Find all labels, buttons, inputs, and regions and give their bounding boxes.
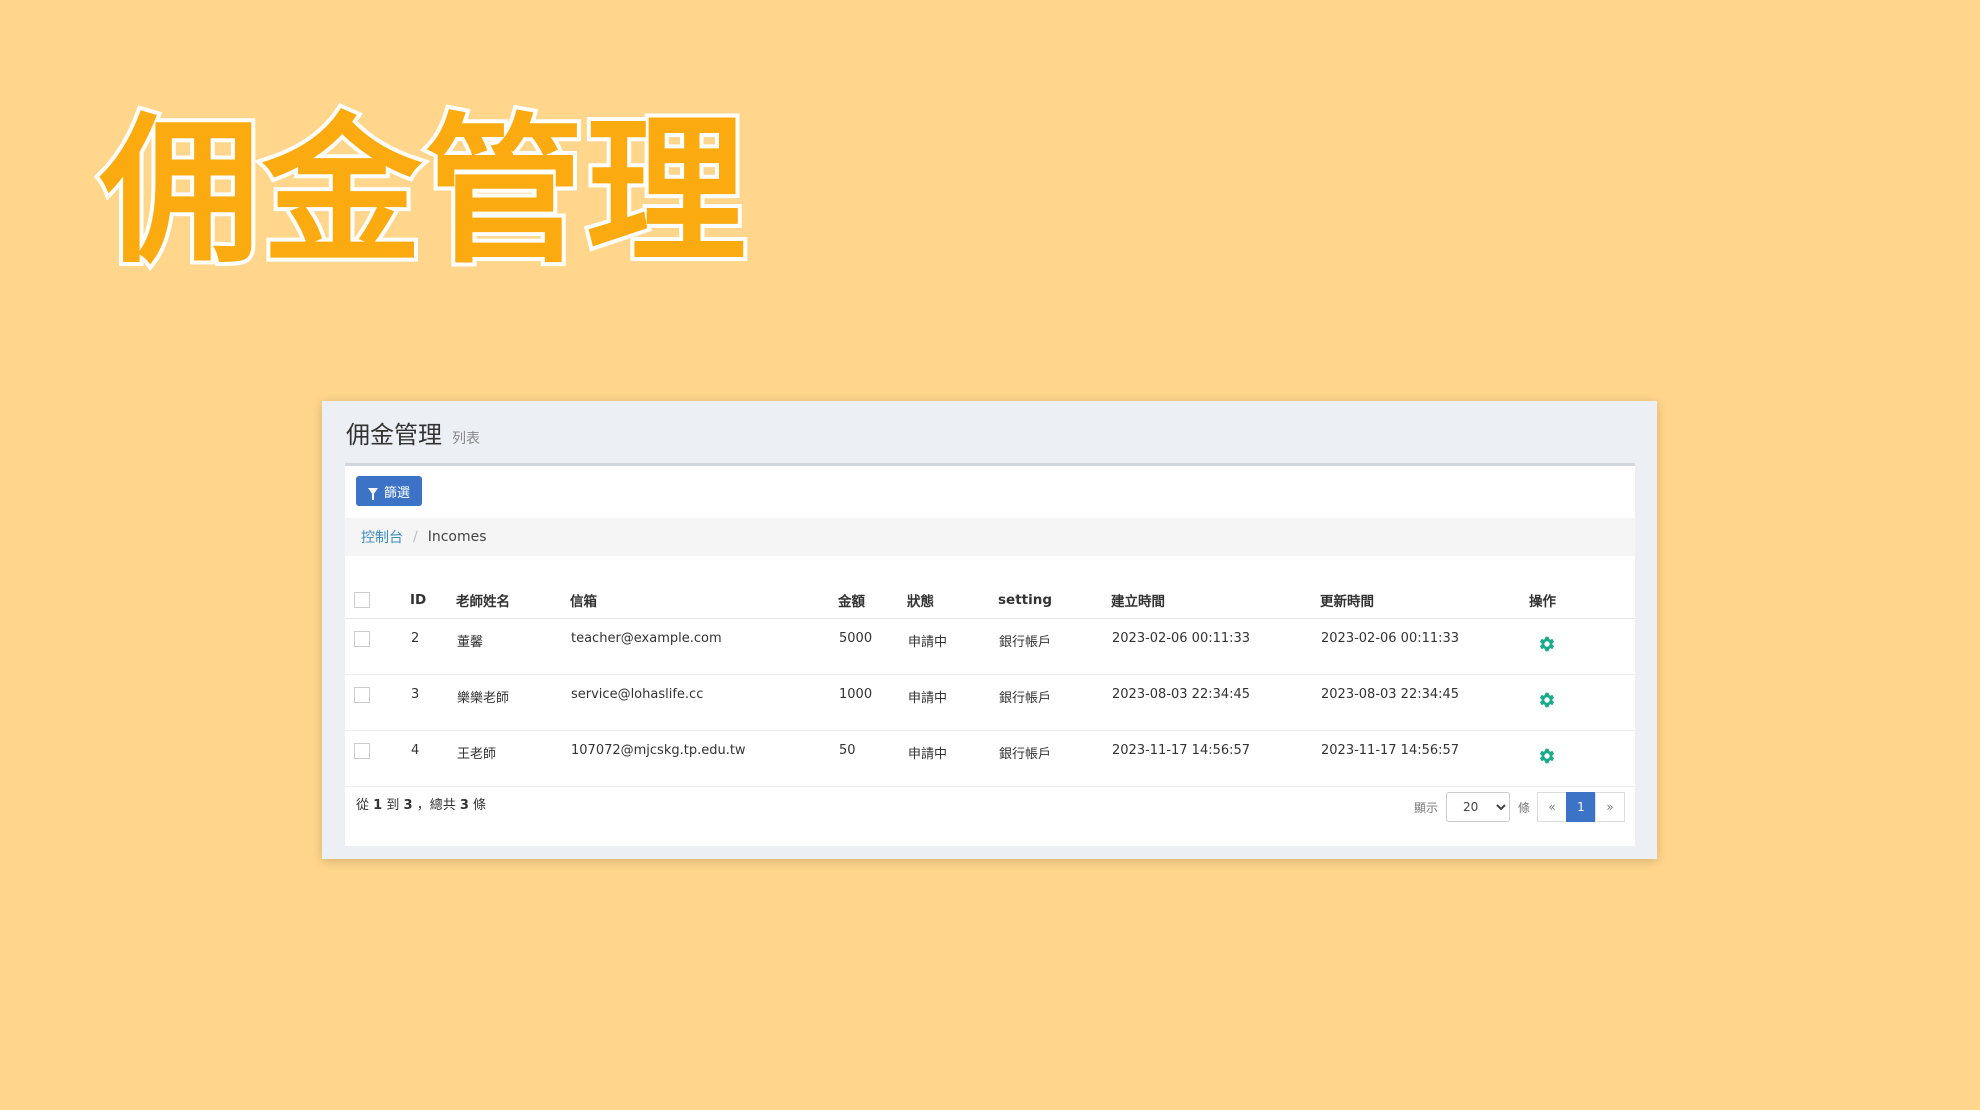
page-links: « 1 » [1537, 792, 1625, 822]
cell-created: 2023-08-03 22:34:45 [1111, 674, 1320, 731]
header-created: 建立時間 [1111, 582, 1320, 619]
cell-updated: 2023-08-03 22:34:45 [1320, 674, 1529, 731]
pagination: 顯示 20 條 « 1 » [1414, 792, 1625, 822]
row-checkbox[interactable] [354, 687, 370, 703]
hero-title: 佣金管理 [96, 94, 750, 289]
header-status: 狀態 [907, 582, 998, 619]
content-box: 篩選 控制台 / Incomes ID 老師姓名 信箱 金額 狀態 settin… [345, 463, 1635, 846]
breadcrumb-separator: / [413, 529, 418, 545]
cell-ops [1529, 618, 1635, 675]
summary-to-label: 到 [386, 798, 400, 813]
row-select-cell [345, 674, 410, 731]
summary-from-label: 從 [356, 798, 370, 813]
cell-ops [1529, 730, 1635, 787]
summary-total: 3 [459, 798, 469, 813]
header-setting: setting [998, 582, 1111, 619]
page-subtitle: 列表 [452, 431, 480, 447]
cell-email: teacher@example.com [570, 618, 838, 675]
row-select-cell [345, 618, 410, 675]
cell-teacher: 董馨 [456, 618, 570, 675]
pagination-summary: 從 1 到 3 ，總共 3 條 [356, 794, 486, 813]
row-checkbox[interactable] [354, 631, 370, 647]
table-header-row: ID 老師姓名 信箱 金額 狀態 setting 建立時間 更新時間 操作 [345, 582, 1635, 619]
cell-amount: 50 [838, 730, 907, 787]
filter-button-label: 篩選 [384, 485, 411, 501]
page-title: 佣金管理 [346, 421, 442, 449]
cell-created: 2023-02-06 00:11:33 [1111, 618, 1320, 675]
header-amount: 金額 [838, 582, 907, 619]
summary-from: 1 [373, 798, 383, 813]
header-teacher: 老師姓名 [456, 582, 570, 619]
breadcrumb: 控制台 / Incomes [345, 518, 1635, 556]
select-all-checkbox[interactable] [354, 592, 370, 608]
summary-total-label: ，總共 [416, 798, 456, 813]
header-updated: 更新時間 [1320, 582, 1529, 619]
cell-setting: 銀行帳戶 [998, 674, 1111, 731]
summary-to: 3 [403, 798, 413, 813]
cell-teacher: 樂樂老師 [456, 674, 570, 731]
header-email: 信箱 [570, 582, 838, 619]
cell-updated: 2023-11-17 14:56:57 [1320, 730, 1529, 787]
breadcrumb-current: Incomes [427, 529, 487, 545]
cell-amount: 1000 [838, 674, 907, 731]
cell-id: 2 [410, 618, 456, 675]
per-page-label: 顯示 [1413, 800, 1438, 815]
incomes-table: ID 老師姓名 信箱 金額 狀態 setting 建立時間 更新時間 操作 2 [345, 582, 1635, 787]
page-button-current[interactable]: 1 [1566, 792, 1596, 822]
gear-icon[interactable] [1538, 747, 1556, 765]
admin-panel: 佣金管理 列表 篩選 控制台 / Incomes ID 老師姓名 信箱 金額 狀… [322, 401, 1657, 859]
table-row: 2 董馨 teacher@example.com 5000 申請中 銀行帳戶 2… [345, 618, 1635, 675]
header-ops: 操作 [1529, 582, 1635, 619]
filter-icon [368, 487, 378, 500]
cell-status: 申請中 [907, 674, 998, 731]
cell-email: service@lohaslife.cc [570, 674, 838, 731]
header-select-all [345, 582, 410, 619]
table-row: 3 樂樂老師 service@lohaslife.cc 1000 申請中 銀行帳… [345, 674, 1635, 731]
filter-button[interactable]: 篩選 [356, 476, 423, 506]
cell-email: 107072@mjcskg.tp.edu.tw [570, 730, 838, 787]
row-select-cell [345, 730, 410, 787]
cell-status: 申請中 [907, 730, 998, 787]
cell-status: 申請中 [907, 618, 998, 675]
slide: 佣金管理 佣金管理 列表 篩選 控制台 / Incomes ID 老師姓名 信箱… [0, 0, 1980, 1110]
toolbar: 篩選 [356, 476, 423, 506]
cell-amount: 5000 [838, 618, 907, 675]
per-page-unit: 條 [1517, 800, 1530, 815]
cell-teacher: 王老師 [456, 730, 570, 787]
cell-setting: 銀行帳戶 [998, 730, 1111, 787]
prev-page-button[interactable]: « [1537, 792, 1567, 822]
header-id[interactable]: ID [410, 582, 456, 619]
row-checkbox[interactable] [354, 743, 370, 759]
gear-icon[interactable] [1538, 691, 1556, 709]
per-page-select[interactable]: 20 [1445, 792, 1510, 822]
breadcrumb-home-link[interactable]: 控制台 [361, 527, 403, 547]
cell-id: 4 [410, 730, 456, 787]
cell-ops [1529, 674, 1635, 731]
gear-icon[interactable] [1538, 635, 1556, 653]
page-header: 佣金管理 列表 [346, 415, 480, 455]
cell-updated: 2023-02-06 00:11:33 [1320, 618, 1529, 675]
cell-id: 3 [410, 674, 456, 731]
summary-unit: 條 [473, 798, 487, 813]
table-row: 4 王老師 107072@mjcskg.tp.edu.tw 50 申請中 銀行帳… [345, 730, 1635, 787]
cell-setting: 銀行帳戶 [998, 618, 1111, 675]
next-page-button[interactable]: » [1595, 792, 1625, 822]
cell-created: 2023-11-17 14:56:57 [1111, 730, 1320, 787]
